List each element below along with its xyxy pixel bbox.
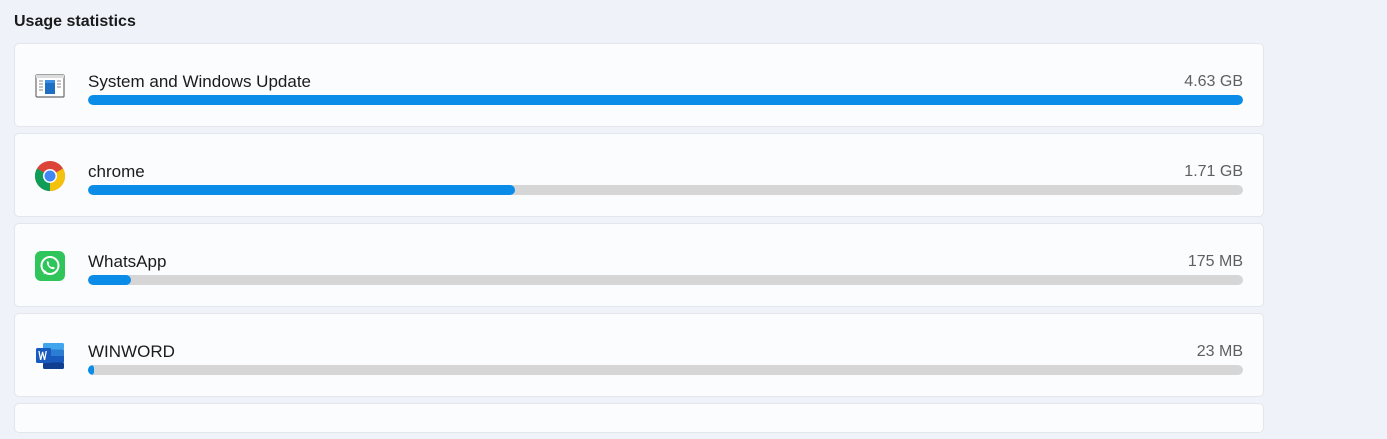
usage-progress-track bbox=[88, 185, 1243, 195]
usage-item-name: System and Windows Update bbox=[88, 72, 311, 91]
usage-progress-fill bbox=[88, 275, 131, 285]
word-icon bbox=[34, 340, 66, 372]
section-title: Usage statistics bbox=[14, 13, 136, 30]
usage-item-chrome[interactable]: chrome 1.71 GB bbox=[14, 133, 1264, 217]
usage-item-whatsapp[interactable]: WhatsApp 175 MB bbox=[14, 223, 1264, 307]
whatsapp-icon bbox=[34, 250, 66, 282]
usage-list: System and Windows Update 4.63 GB chrome… bbox=[14, 43, 1264, 439]
chrome-icon bbox=[34, 160, 66, 192]
usage-item-size: 175 MB bbox=[1187, 253, 1243, 270]
usage-progress-track bbox=[88, 95, 1243, 105]
usage-item-name: WINWORD bbox=[88, 342, 175, 361]
usage-item-size: 4.63 GB bbox=[1184, 73, 1243, 90]
usage-item-winword[interactable]: WINWORD 23 MB bbox=[14, 313, 1264, 397]
usage-item-size: 23 MB bbox=[1196, 343, 1243, 360]
usage-progress-fill bbox=[88, 185, 516, 195]
usage-progress-track bbox=[88, 275, 1243, 285]
usage-progress-fill bbox=[88, 95, 1243, 105]
usage-item-name: chrome bbox=[88, 162, 145, 181]
windows-system-icon bbox=[34, 70, 66, 102]
usage-item-partial[interactable] bbox=[14, 403, 1264, 433]
usage-progress-fill bbox=[88, 365, 94, 375]
usage-item-system[interactable]: System and Windows Update 4.63 GB bbox=[14, 43, 1264, 127]
usage-progress-track bbox=[88, 365, 1243, 375]
usage-item-name: WhatsApp bbox=[88, 252, 167, 271]
usage-item-size: 1.71 GB bbox=[1184, 163, 1243, 180]
